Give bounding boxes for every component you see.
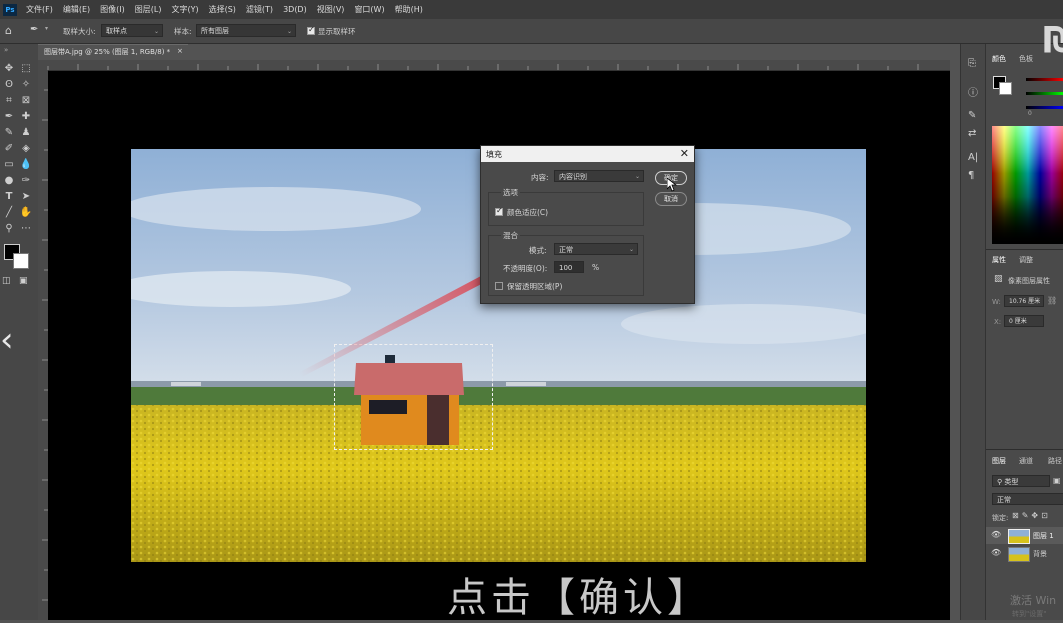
contents-select[interactable]: 内容识别 ⌄ <box>554 170 644 182</box>
close-icon[interactable]: ✕ <box>680 147 689 160</box>
opacity-unit: % <box>592 263 600 272</box>
mode-label: 模式: <box>529 246 547 255</box>
tab-properties[interactable]: 属性 <box>992 255 1006 265</box>
blue-slider[interactable] <box>1026 106 1063 109</box>
green-slider[interactable] <box>1026 92 1063 95</box>
windows-activation-watermark: 激活 Win <box>1010 594 1057 607</box>
video-caption: 点击【确认】 <box>447 575 711 621</box>
layer-blend-mode-value: 正常 <box>997 496 1011 504</box>
w-value: 10.76 厘米 <box>1009 298 1041 305</box>
panel-separator <box>986 449 1063 450</box>
opacity-label: 不透明度(O): <box>503 264 548 273</box>
lock-label: 锁定: <box>992 514 1009 522</box>
windows-activation-hint: 转到"设置" <box>1012 610 1047 618</box>
right-panel: 颜色 色板 0 属性 调整 ▨ 像素图层属性 W: 10.76 厘米 ⛓ X: … <box>985 44 1063 620</box>
character-panel-icon[interactable]: A| <box>968 152 978 163</box>
ruler-zero-label: 0 <box>1028 110 1032 117</box>
chevron-down-icon: ⌄ <box>628 246 634 253</box>
blend-group-title: 混合 <box>501 230 520 241</box>
tab-swatches[interactable]: 色板 <box>1019 54 1033 64</box>
visibility-eye-icon[interactable]: 👁 <box>991 530 1001 539</box>
color-adapt-checkbox[interactable] <box>495 206 503 216</box>
history-panel-icon[interactable]: ⎘ <box>968 58 976 69</box>
color-spectrum[interactable] <box>992 126 1063 244</box>
red-slider[interactable] <box>1026 78 1063 81</box>
opacity-input[interactable]: 100 <box>554 261 584 273</box>
visibility-eye-icon[interactable]: 👁 <box>991 548 1001 557</box>
bg-color-chip[interactable] <box>999 82 1012 95</box>
cancel-button[interactable]: 取消 <box>655 192 687 206</box>
mode-select[interactable]: 正常 ⌄ <box>554 243 638 255</box>
layer-blend-mode-select[interactable]: 正常 <box>992 493 1063 505</box>
lock-icons[interactable]: ⊠✎✥⊡ <box>1012 511 1051 520</box>
w-field[interactable]: 10.76 厘米 <box>1004 295 1044 307</box>
link-icon[interactable]: ⛓ <box>1047 296 1057 305</box>
channel-logo-icon: ₪ <box>1043 20 1063 61</box>
fill-dialog: 填充 ✕ 内容: 内容识别⌄ 确定 取消 选项 颜色适应(C) 混合 模式: 正… <box>480 145 695 304</box>
adjust-panel-icon[interactable]: ⇄ <box>968 128 976 139</box>
opacity-value: 100 <box>559 264 573 272</box>
layer-thumbnail <box>1008 529 1030 544</box>
props-title: 像素图层属性 <box>1008 277 1050 285</box>
tab-channels[interactable]: 通道 <box>1019 456 1033 466</box>
layer-row[interactable]: 👁 背景 <box>986 545 1063 562</box>
paragraph-panel-icon[interactable]: ¶ <box>968 170 974 181</box>
dialog-titlebar[interactable]: 填充 ✕ <box>481 146 694 162</box>
panel-icon-strip: ⎘ ⓘ ✎ ⇄ A| ¶ <box>960 44 985 620</box>
chevron-down-icon: ⌄ <box>634 173 640 180</box>
x-label: X: <box>994 318 1002 326</box>
x-field[interactable]: 0 厘米 <box>1004 315 1044 327</box>
mode-value: 正常 <box>559 246 573 254</box>
tab-paths[interactable]: 路径 <box>1048 456 1062 466</box>
tab-color[interactable]: 颜色 <box>992 54 1006 64</box>
layer-thumbnail <box>1008 547 1030 562</box>
layer-name: 背景 <box>1033 550 1047 558</box>
pixel-layer-icon: ▨ <box>994 274 1003 284</box>
dialog-title: 填充 <box>486 150 502 159</box>
tab-adjustments[interactable]: 调整 <box>1019 255 1033 265</box>
layer-row[interactable]: 👁 图层 1 <box>986 527 1063 544</box>
color-adapt-label: 颜色适应(C) <box>507 208 549 217</box>
red-arrow-annotation <box>300 178 668 378</box>
panel-separator <box>986 249 1063 250</box>
w-label: W: <box>992 298 1001 306</box>
preserve-transparency-checkbox[interactable] <box>495 282 503 290</box>
filter-image-icon[interactable]: ▣ <box>1053 476 1061 485</box>
mouse-cursor-icon <box>667 178 677 192</box>
tab-layers[interactable]: 图层 <box>992 456 1006 466</box>
contents-label: 内容: <box>531 173 549 182</box>
info-panel-icon[interactable]: ⓘ <box>968 84 978 99</box>
contents-value: 内容识别 <box>559 173 587 181</box>
layer-filter-value: 类型 <box>1004 478 1019 486</box>
options-group-title: 选项 <box>501 187 520 198</box>
x-value: 0 厘米 <box>1009 318 1027 325</box>
preserve-transparency-label: 保留透明区域(P) <box>507 282 563 291</box>
layer-name: 图层 1 <box>1033 532 1054 540</box>
layer-filter-search[interactable]: ⚲ 类型 <box>992 475 1050 487</box>
brush-panel-icon[interactable]: ✎ <box>968 110 976 121</box>
